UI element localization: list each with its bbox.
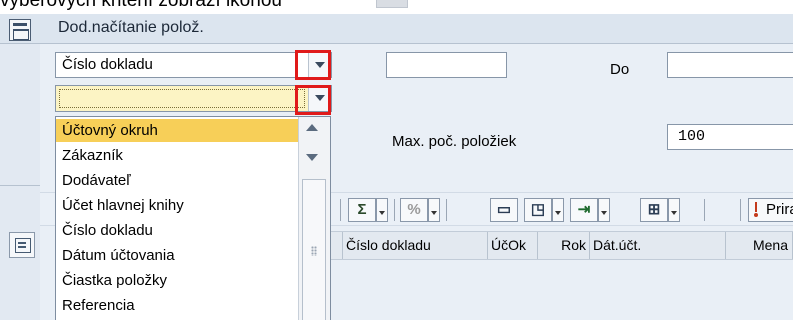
dropdown-scrollbar[interactable] [298, 117, 330, 320]
caption-icon [376, 0, 408, 8]
select-layout-icon[interactable] [9, 232, 35, 258]
dropdown-option[interactable]: Číslo dokladu [56, 219, 298, 242]
grid-column-header[interactable]: Mena [726, 232, 793, 259]
dropdown-option[interactable]: Účtovný okruh [56, 119, 298, 142]
dropdown-option[interactable]: Účet hlavnej knihy [56, 194, 298, 217]
sum-icon[interactable]: Σ [348, 198, 376, 222]
grid-column-header[interactable]: ÚčOk [488, 232, 538, 259]
dropdown-option[interactable]: Dátum účtovania [56, 244, 298, 267]
max-items-input[interactable]: 100 [667, 124, 793, 150]
from-value-input[interactable] [386, 52, 507, 78]
field-select-value: Číslo dokladu [62, 56, 153, 73]
scroll-thumb[interactable] [302, 179, 326, 320]
to-value-input[interactable] [667, 52, 793, 78]
operator-select-focus [59, 89, 305, 108]
sum-dropdown-icon[interactable] [376, 198, 388, 222]
view-dropdown-icon[interactable] [552, 198, 564, 222]
scroll-down-icon[interactable] [306, 154, 318, 161]
dropdown-option[interactable]: Zákazník [56, 144, 298, 167]
assign-button[interactable]: Priraď [748, 198, 793, 222]
grid-column-header[interactable]: Číslo dokladu [343, 232, 488, 259]
grid-body [303, 261, 793, 320]
print-icon[interactable]: ▭ [490, 198, 518, 222]
to-label: Do [610, 61, 630, 78]
dropdown-list: Účtovný okruh Zákazník Dodávateľ Účet hlavn… [55, 116, 331, 320]
export-dropdown-icon[interactable] [598, 198, 610, 222]
subtotal-dropdown-icon[interactable] [428, 198, 440, 222]
left-strip [0, 44, 40, 320]
panel-toggle-icon[interactable] [9, 19, 31, 41]
scroll-up-icon[interactable] [306, 124, 318, 131]
toolbar-separator [446, 199, 447, 221]
toolbar-separator [394, 199, 395, 221]
grid-column-header[interactable]: Dát.účt. [590, 232, 726, 259]
dropdown-option[interactable]: Dodávateľ [56, 169, 298, 192]
toolbar-separator [340, 199, 341, 221]
annotation-highlight-box [295, 50, 331, 80]
assign-button-label: Priraď [766, 201, 793, 218]
max-items-value: 100 [678, 128, 706, 145]
panel-title: Dod.načítanie polož. [58, 19, 204, 36]
field-select[interactable]: Číslo dokladu [55, 52, 332, 78]
layout-dropdown-icon[interactable] [668, 198, 680, 222]
dropdown-option[interactable]: Referencia [56, 294, 298, 317]
grid-column-header[interactable]: Rok [538, 232, 590, 259]
toolbar-separator [740, 199, 741, 221]
subtotal-icon[interactable]: % [400, 198, 428, 222]
toolbar-separator [704, 199, 705, 221]
top-caption-text: výberových kritérií zobrazí ikonou [0, 0, 282, 11]
dropdown-option[interactable]: Čiastka položky [56, 269, 298, 292]
grid-header: Číslo dokladu ÚčOk Rok Dát.účt. Mena [303, 231, 793, 260]
assign-icon [754, 202, 758, 218]
operator-select[interactable] [55, 85, 332, 112]
export-icon[interactable]: ⇥ [570, 198, 598, 222]
view-icon[interactable]: ◳ [524, 198, 552, 222]
layout-icon[interactable]: ⊞ [640, 198, 668, 222]
grip-icon [311, 246, 317, 256]
annotation-highlight-box [295, 85, 331, 115]
max-items-label: Max. poč. položiek [392, 133, 517, 150]
